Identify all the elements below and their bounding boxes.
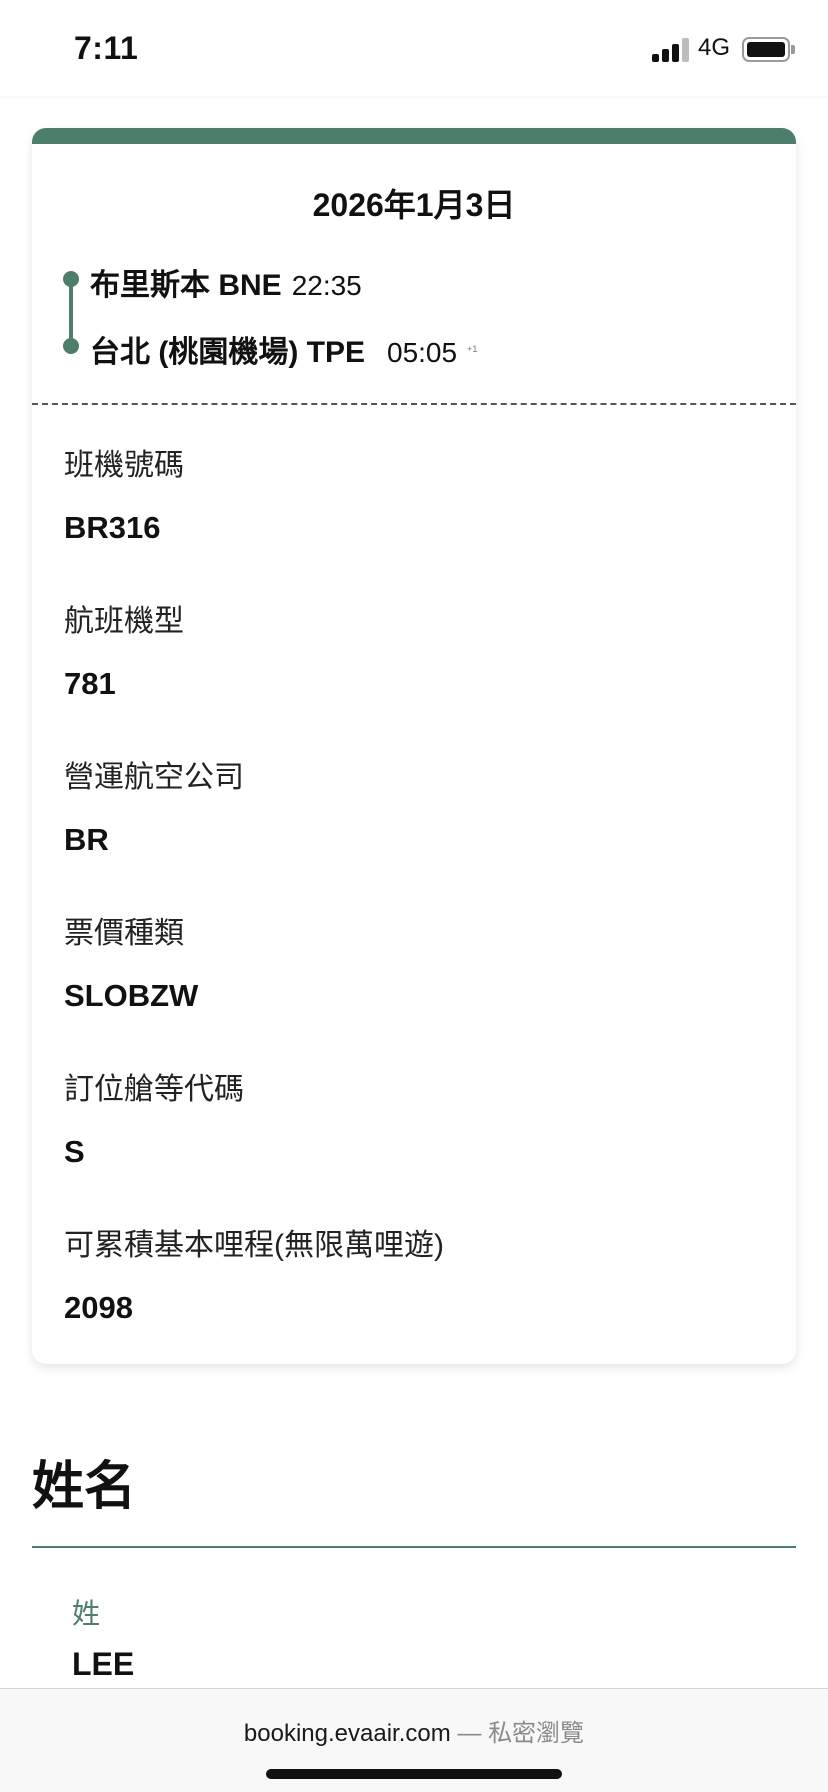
url-domain: booking.evaair.com [243,1720,451,1747]
cellular-signal-icon [652,38,690,62]
departure-time: 22:35 [291,270,362,301]
home-indicator[interactable] [266,1769,562,1779]
operating-airline-value: BR [64,822,109,857]
url-separator: — [450,1720,489,1747]
operating-airline-label: 營運航空公司 [64,761,244,794]
flight-number-value: BR316 [64,510,161,545]
arrival-time: 05:05 [387,337,458,368]
miles-value: 2098 [64,1290,133,1325]
card-accent-bar [32,128,796,144]
browser-url[interactable]: booking.evaair.com — 私密瀏覽 [0,1713,828,1748]
status-time: 7:11 [74,30,139,66]
surname-value: LEE [72,1646,135,1682]
aircraft-type-label: 航班機型 [64,605,184,638]
fare-basis-value: SLOBZW [64,978,199,1013]
fare-basis-label: 票價種類 [64,917,184,950]
departure-city: 布里斯本 BNE [90,269,282,302]
battery-tip [791,45,795,54]
booking-class-value: S [64,1134,85,1169]
surname-label: 姓 [72,1598,101,1629]
browser-address-bar[interactable]: booking.evaair.com — 私密瀏覽 [0,1688,828,1792]
network-type-label: 4G [698,34,731,61]
arrival-city: 台北 (桃園機場) TPE [90,336,365,369]
departure-segment: 布里斯本 BNE 22:35 [90,260,362,304]
miles-label: 可累積基本哩程(無限萬哩遊) [64,1229,444,1262]
status-bar: 7:11 4G [0,0,828,96]
name-section-divider [32,1546,796,1548]
aircraft-type-value: 781 [64,666,116,701]
name-section-heading: 姓名 [32,1458,137,1516]
booking-class-label: 訂位艙等代碼 [64,1073,244,1106]
flight-card: 2026年1月3日 布里斯本 BNE 22:35 台北 (桃園機場) TPE 0… [32,128,796,1364]
dashed-divider [32,403,796,405]
private-browsing-label: 私密瀏覽 [488,1720,585,1747]
arrival-dot-icon [63,338,79,354]
next-day-mark: +1 [467,344,478,354]
flight-date: 2026年1月3日 [312,187,516,223]
departure-dot-icon [63,271,79,287]
flight-number-label: 班機號碼 [64,449,184,482]
arrival-segment: 台北 (桃園機場) TPE 05:05 +1 [90,327,477,371]
battery-icon [742,37,790,62]
